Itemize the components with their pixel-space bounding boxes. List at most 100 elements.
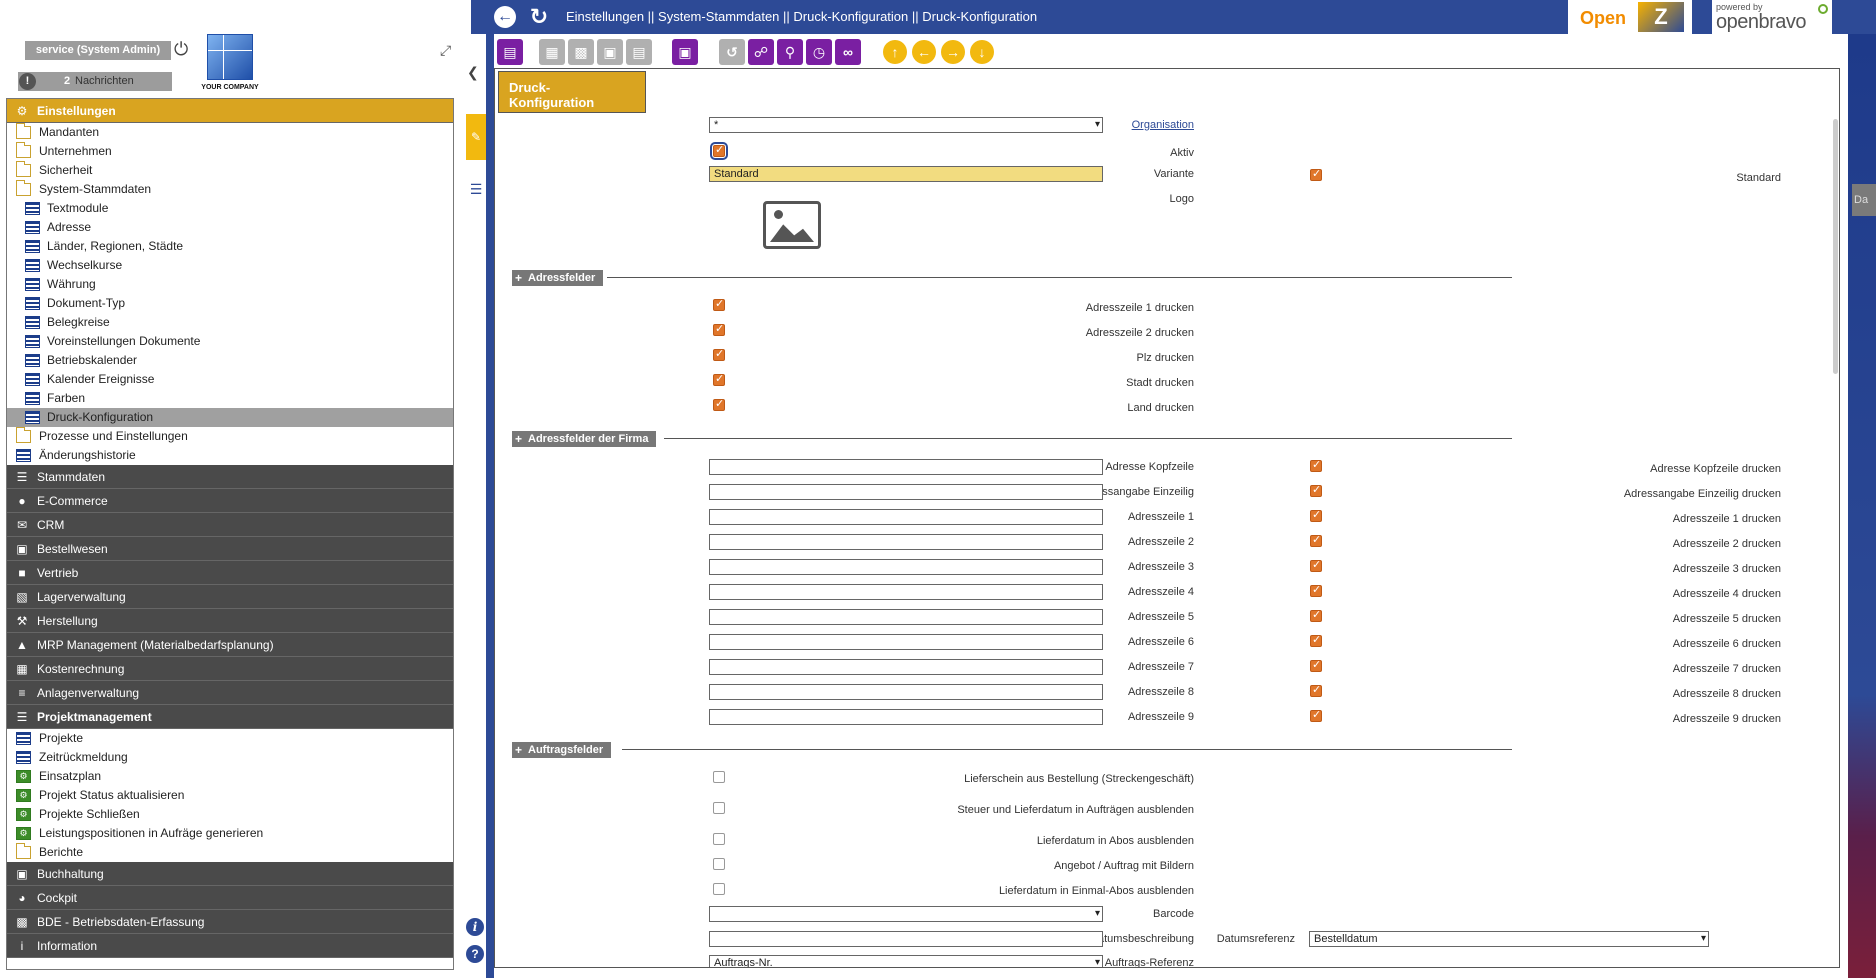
firma-print-checkbox[interactable] (1310, 633, 1322, 647)
lieferdatum-abos-checkbox[interactable] (713, 833, 725, 845)
firma-print-checkbox[interactable] (1310, 458, 1322, 472)
menu-item-projekte[interactable]: Projekte (7, 729, 453, 748)
back-icon[interactable]: ← (494, 6, 516, 28)
menu-item-prozesse[interactable]: Prozesse und Einstellungen (7, 427, 453, 446)
firma-field-input[interactable] (709, 534, 1103, 550)
section-adressfelder-firma-button[interactable]: + Adressfelder der Firma (512, 431, 657, 447)
menu-item-wechselkurse[interactable]: Wechselkurse (7, 256, 453, 275)
steuer-lieferdatum-checkbox[interactable] (713, 802, 725, 814)
menu-item-belegkreise[interactable]: Belegkreise (7, 313, 453, 332)
firma-print-checkbox[interactable] (1310, 533, 1322, 547)
menu-section-lagerverwaltung[interactable]: ▧ Lagerverwaltung (7, 585, 453, 609)
info-icon[interactable]: i (466, 918, 484, 936)
undo-icon[interactable]: ↺ (719, 39, 745, 65)
plz-drucken-checkbox[interactable] (713, 347, 725, 361)
aktiv-checkbox[interactable] (710, 142, 728, 160)
section-adressfelder-button[interactable]: + Adressfelder (512, 270, 604, 286)
next-record-icon[interactable]: → (941, 40, 965, 64)
section-auftragsfelder-button[interactable]: + Auftragsfelder (512, 742, 612, 758)
menu-item-druck-konfiguration[interactable]: Druck-Konfiguration (7, 408, 453, 427)
edit-view-tab-icon[interactable]: ✎ (466, 114, 486, 160)
datumsbeschreibung-input[interactable] (709, 931, 1103, 947)
help-icon[interactable]: ? (466, 945, 484, 963)
firma-print-checkbox[interactable] (1310, 583, 1322, 597)
variante-input[interactable]: Standard (709, 166, 1103, 182)
firma-field-input[interactable] (709, 559, 1103, 575)
lieferschein-checkbox[interactable] (713, 771, 725, 783)
menu-section-kostenrechnung[interactable]: ▦ Kostenrechnung (7, 657, 453, 681)
previous-record-icon[interactable]: ← (912, 40, 936, 64)
collapse-sidebar-icon[interactable]: ❮ (467, 64, 479, 81)
grid-view-tab-icon[interactable]: ☰ (466, 168, 486, 210)
menu-section-bde[interactable]: ▩ BDE - Betriebsdaten-Erfassung (7, 910, 453, 934)
menu-item-betriebskalender[interactable]: Betriebskalender (7, 351, 453, 370)
link-icon[interactable]: ∞ (835, 39, 861, 65)
menu-item-aenderungshistorie[interactable]: Änderungshistorie (7, 446, 453, 465)
menu-section-vertrieb[interactable]: ■ Vertrieb (7, 561, 453, 585)
angebot-bildern-checkbox[interactable] (713, 858, 725, 870)
menu-section-anlagenverwaltung[interactable]: ≡ Anlagenverwaltung (7, 681, 453, 705)
firma-field-input[interactable] (709, 484, 1103, 500)
menu-section-buchhaltung[interactable]: ▣ Buchhaltung (7, 862, 453, 886)
firma-field-input[interactable] (709, 609, 1103, 625)
land-drucken-checkbox[interactable] (713, 397, 725, 411)
barcode-select[interactable] (709, 906, 1103, 922)
search-icon[interactable]: ⚲ (777, 39, 803, 65)
menu-section-crm[interactable]: ✉ CRM (7, 513, 453, 537)
firma-print-checkbox[interactable] (1310, 508, 1322, 522)
menu-item-laender[interactable]: Länder, Regionen, Städte (7, 237, 453, 256)
expand-icon[interactable]: ⤢ (440, 42, 451, 59)
user-button[interactable]: service (System Admin) (25, 41, 171, 60)
element1-referenz-select[interactable]: Auftrags-Nr. (709, 955, 1103, 967)
menu-item-einsatzplan[interactable]: ⚙ Einsatzplan (7, 767, 453, 786)
last-record-down-icon[interactable]: ↓ (970, 40, 994, 64)
datumsreferenz-select[interactable]: Bestelldatum (1309, 931, 1709, 947)
menu-item-dokument-typ[interactable]: Dokument-Typ (7, 294, 453, 313)
menu-item-voreinstellungen[interactable]: Voreinstellungen Dokumente (7, 332, 453, 351)
history-clock-icon[interactable]: ◷ (806, 39, 832, 65)
firma-print-checkbox[interactable] (1310, 483, 1322, 497)
firma-field-input[interactable] (709, 659, 1103, 675)
firma-print-checkbox[interactable] (1310, 608, 1322, 622)
menu-item-mandanten[interactable]: Mandanten (7, 123, 453, 142)
firma-print-checkbox[interactable] (1310, 558, 1322, 572)
messages-button[interactable]: ! 2 Nachrichten (18, 72, 172, 91)
logo-image-placeholder-icon[interactable] (763, 201, 821, 249)
menu-section-information[interactable]: i Information (7, 934, 453, 958)
menu-item-textmodule[interactable]: Textmodule (7, 199, 453, 218)
form-scrollbar[interactable] (1833, 119, 1838, 374)
menu-section-cockpit[interactable]: ◕ Cockpit (7, 886, 453, 910)
menu-item-unternehmen[interactable]: Unternehmen (7, 142, 453, 161)
menu-section-herstellung[interactable]: ⚒ Herstellung (7, 609, 453, 633)
organisation-select[interactable]: * (709, 117, 1103, 133)
standard-checkbox[interactable] (1310, 167, 1322, 181)
menu-item-adresse[interactable]: Adresse (7, 218, 453, 237)
attachment-icon[interactable]: ☍ (748, 39, 774, 65)
adresszeile1-drucken-checkbox[interactable] (713, 297, 725, 311)
menu-section-mrp[interactable]: ▲ MRP Management (Materialbedarfsplanung) (7, 633, 453, 657)
right-edge-peek[interactable]: Da (1852, 184, 1876, 216)
logout-power-icon[interactable]: ⏻ (174, 39, 194, 59)
section-auftragsfelder[interactable]: + Auftragsfelder (512, 742, 1512, 758)
menu-item-kalender-ereignisse[interactable]: Kalender Ereignisse (7, 370, 453, 389)
delete-trash-icon[interactable]: ▣ (672, 39, 698, 65)
first-record-up-icon[interactable]: ↑ (883, 40, 907, 64)
menu-item-leistungspositionen[interactable]: ⚙ Leistungspositionen in Aufräge generier… (7, 824, 453, 843)
new-grid-icon[interactable]: ▦ (539, 39, 565, 65)
firma-print-checkbox[interactable] (1310, 658, 1322, 672)
menu-item-sicherheit[interactable]: Sicherheit (7, 161, 453, 180)
menu-item-projekt-status[interactable]: ⚙ Projekt Status aktualisieren (7, 786, 453, 805)
save-icon[interactable]: ▣ (597, 39, 623, 65)
menu-item-system-stammdaten[interactable]: System-Stammdaten (7, 180, 453, 199)
firma-print-checkbox[interactable] (1310, 683, 1322, 697)
menu-item-farben[interactable]: Farben (7, 389, 453, 408)
menu-section-stammdaten[interactable]: ☰ Stammdaten (7, 465, 453, 489)
menu-section-projektmanagement[interactable]: ☰ Projektmanagement (7, 705, 453, 729)
copy-record-icon[interactable]: ▩ (568, 39, 594, 65)
stadt-drucken-checkbox[interactable] (713, 372, 725, 386)
adresszeile2-drucken-checkbox[interactable] (713, 322, 725, 336)
form-tab-title[interactable]: Druck-Konfiguration (498, 71, 646, 113)
menu-section-bestellwesen[interactable]: ▣ Bestellwesen (7, 537, 453, 561)
firma-print-checkbox[interactable] (1310, 708, 1322, 722)
firma-field-input[interactable] (709, 634, 1103, 650)
